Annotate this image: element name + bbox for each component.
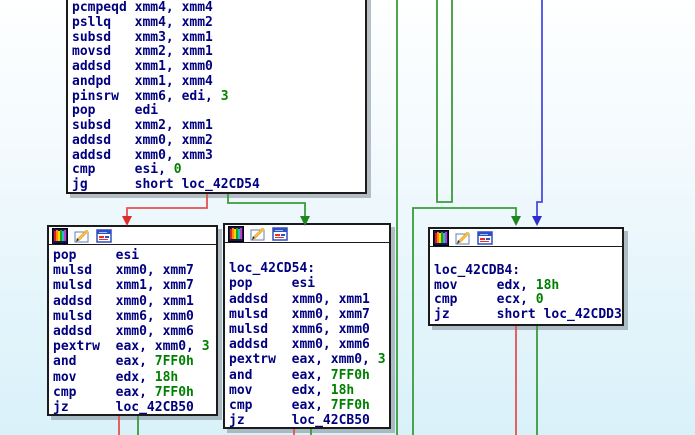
asm-line[interactable]: addsd xmm0, xmm1 <box>229 292 389 307</box>
asm-line[interactable]: jz loc_42CB50 <box>229 413 389 427</box>
asm-line[interactable]: cmp esi, 0 <box>72 162 365 178</box>
asm-line[interactable]: mulsd xmm0, xmm7 <box>229 307 389 322</box>
asm-line[interactable]: subsd xmm2, xmm1 <box>72 118 365 134</box>
asm-line[interactable]: pcmpeqd xmm4, xmm4 <box>72 0 365 16</box>
graph-canvas[interactable]: pcmpeqd xmm4, xmm4 psllq xmm4, xmm2 subsd … <box>0 0 695 435</box>
asm-line[interactable]: addsd xmm1, xmm0 <box>72 59 365 75</box>
asm-line[interactable]: pextrw eax, xmm0, 3 <box>229 352 389 367</box>
asm-line[interactable]: pop esi <box>53 248 216 263</box>
asm-line[interactable]: movsd xmm2, xmm1 <box>72 44 365 60</box>
block-code: loc_42CD54: pop esi addsd xmm0, xmm1 mulsd … <box>225 243 389 427</box>
asm-line[interactable]: pextrw eax, xmm0, 3 <box>53 339 216 354</box>
asm-line[interactable]: mulsd xmm1, xmm7 <box>53 278 216 293</box>
asm-line[interactable]: mulsd xmm6, xmm0 <box>229 322 389 337</box>
block-code: loc_42CDB4: mov edx, 18h cmp ecx, 0 jz shor… <box>430 247 622 323</box>
asm-line[interactable]: mov edx, 18h <box>434 278 622 294</box>
color-palette-icon[interactable] <box>228 225 244 242</box>
asm-line[interactable]: loc_42CD54: <box>229 261 389 276</box>
basic-block-left[interactable]: pop esi mulsd xmm0, xmm7 mulsd xmm1, xmm7 a… <box>47 225 218 416</box>
asm-line[interactable]: mov edx, 18h <box>229 383 389 398</box>
asm-line[interactable]: cmp eax, 7FF0h <box>229 398 389 413</box>
asm-line[interactable]: addsd xmm0, xmm6 <box>229 337 389 352</box>
asm-line[interactable]: mulsd xmm6, xmm0 <box>53 309 216 324</box>
edit-node-icon[interactable] <box>455 230 471 246</box>
basic-block-top[interactable]: pcmpeqd xmm4, xmm4 psllq xmm4, xmm2 subsd … <box>66 0 367 194</box>
asm-line[interactable]: pop edi <box>72 103 365 119</box>
asm-line[interactable]: addsd xmm0, xmm3 <box>72 148 365 164</box>
basic-block-loc-42CDB4[interactable]: loc_42CDB4: mov edx, 18h cmp ecx, 0 jz shor… <box>428 227 624 326</box>
asm-line[interactable]: cmp eax, 7FF0h <box>53 385 216 400</box>
asm-line[interactable]: pinsrw xmm6, edi, 3 <box>72 89 365 105</box>
asm-line[interactable]: and eax, 7FF0h <box>53 354 216 369</box>
asm-line[interactable]: jz loc_42CB50 <box>53 400 216 414</box>
block-titlebar <box>49 227 216 245</box>
block-code: pcmpeqd xmm4, xmm4 psllq xmm4, xmm2 subsd … <box>68 0 365 192</box>
open-window-icon[interactable] <box>477 230 493 246</box>
asm-line[interactable]: and eax, 7FF0h <box>229 368 389 383</box>
asm-line[interactable]: andpd xmm1, xmm4 <box>72 74 365 90</box>
asm-line[interactable]: loc_42CDB4: <box>434 263 622 279</box>
asm-line[interactable]: cmp ecx, 0 <box>434 292 622 308</box>
arrowhead-blue <box>532 216 542 226</box>
asm-line[interactable]: pop esi <box>229 276 389 291</box>
asm-line[interactable]: mulsd xmm0, xmm7 <box>53 263 216 278</box>
asm-line[interactable]: jg short loc_42CD54 <box>72 177 365 192</box>
edge-incoming-blue <box>536 0 543 217</box>
asm-line[interactable]: jz short loc_42CDD3 <box>434 307 622 323</box>
edge-hairpin-green <box>436 0 453 203</box>
edit-node-icon[interactable] <box>250 226 266 242</box>
color-palette-icon[interactable] <box>52 227 68 244</box>
asm-line[interactable]: subsd xmm3, xmm1 <box>72 30 365 46</box>
block-titlebar <box>225 225 389 243</box>
arrowhead-green-right <box>511 216 521 226</box>
asm-line[interactable] <box>229 246 389 261</box>
asm-line[interactable]: addsd xmm0, xmm6 <box>53 324 216 339</box>
block-code: pop esi mulsd xmm0, xmm7 mulsd xmm1, xmm7 a… <box>49 245 216 414</box>
edit-node-icon[interactable] <box>74 228 90 244</box>
color-palette-icon[interactable] <box>433 229 449 246</box>
open-window-icon[interactable] <box>96 228 112 244</box>
edge-false-branch-red <box>126 194 208 217</box>
asm-line[interactable]: psllq xmm4, xmm2 <box>72 15 365 31</box>
asm-line[interactable]: addsd xmm0, xmm2 <box>72 133 365 149</box>
asm-line[interactable] <box>434 249 622 264</box>
edge-true-branch-green <box>227 194 306 217</box>
open-window-icon[interactable] <box>272 226 288 242</box>
asm-line[interactable]: addsd xmm0, xmm1 <box>53 294 216 309</box>
asm-line[interactable]: mov edx, 18h <box>53 370 216 385</box>
basic-block-loc-42CD54[interactable]: loc_42CD54: pop esi addsd xmm0, xmm1 mulsd … <box>223 223 391 429</box>
block-titlebar <box>430 229 622 247</box>
